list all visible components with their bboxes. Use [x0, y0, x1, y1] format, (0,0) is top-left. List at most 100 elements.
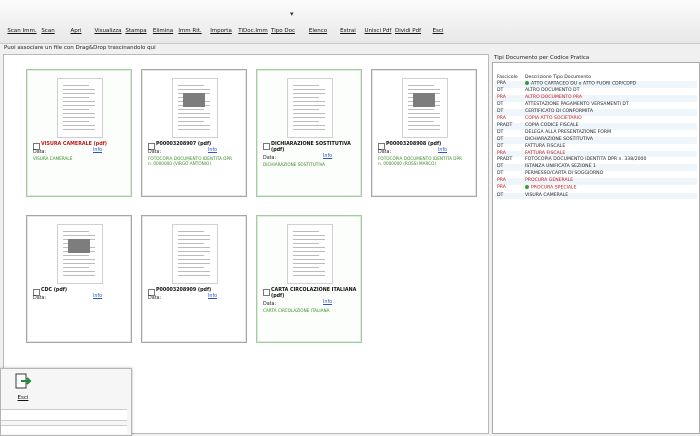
document-thumbnail[interactable]	[402, 78, 448, 138]
document-card[interactable]: DICHIARAZIONE SOSTITUTIVA (pdf) Data: Info…	[256, 69, 362, 197]
thumbnail-text-line	[408, 109, 434, 110]
document-info-link[interactable]: Info	[323, 154, 332, 159]
header-descrizione: Descrizione Tipo Documento	[525, 75, 591, 80]
document-checkbox[interactable]	[33, 143, 40, 150]
document-card[interactable]: P00003208909 (pdf) Data: Info	[141, 215, 247, 343]
document-thumbnail[interactable]	[172, 224, 218, 284]
doc-type-desc-cell: DICHIARAZIONE SOSTITUTIVA	[523, 136, 697, 144]
view-icon	[97, 3, 119, 25]
thumbnail-text-line	[63, 121, 89, 122]
document-thumbnail[interactable]	[287, 224, 333, 284]
document-date-label: Data:	[263, 302, 277, 307]
thumbnail-text-line	[178, 125, 210, 126]
thumbnail-text-line	[293, 89, 325, 90]
toolbar-button-import[interactable]: Importa	[203, 3, 239, 41]
thumbnail-text-line	[178, 255, 204, 256]
doc-type-row[interactable]: PRA PROCURA GENERALE	[495, 178, 697, 186]
document-card[interactable]: P00003208908 (pdf) Data: Info FOTOCOPIA DOC…	[371, 69, 477, 197]
doc-type-desc-cell: PROCURA GENERALE	[523, 178, 697, 186]
document-filename: CARTA CIRCOLAZIONE ITALIANA (pdf)	[271, 288, 357, 299]
doc-type-row[interactable]: DT CERTIFICATO DI CONFORMITA	[495, 109, 697, 117]
document-thumbnail[interactable]	[57, 78, 103, 138]
thumbnail-text-line	[293, 113, 325, 114]
thumbnail-text-line	[63, 129, 95, 130]
document-info-link[interactable]: Info	[93, 294, 102, 299]
document-thumbnail[interactable]	[287, 78, 333, 138]
thumbnail-text-line	[408, 113, 440, 114]
thumbnail-text-line	[178, 239, 210, 240]
doc-type-row[interactable]: PRA COPIA ATTO SOCIETARIO	[495, 116, 697, 123]
doc-type-desc: ALTRO DOCUMENTO DT	[525, 88, 580, 94]
status-dot-icon	[525, 81, 529, 85]
document-thumbnail[interactable]	[172, 78, 218, 138]
document-filename: DICHIARAZIONE SOSTITUTIVA (pdf)	[271, 142, 351, 153]
toolbar-button-label: Apri	[70, 28, 82, 34]
document-info-link[interactable]: Info	[323, 300, 332, 305]
thumbnail-text-line	[293, 231, 319, 232]
thumbnail-text-line	[408, 129, 440, 130]
document-checkbox[interactable]	[263, 289, 270, 296]
doc-type-code: DT	[497, 129, 504, 135]
document-description: CARTA CIRCOLAZIONE ITALIANA	[263, 308, 330, 313]
thumbnail-text-line	[293, 251, 325, 252]
thumbnail-text-line	[63, 125, 95, 126]
document-card[interactable]: CDC (pdf) Data: Info	[26, 215, 132, 343]
document-filename: P00003208907 (pdf)	[156, 142, 212, 147]
exit-icon	[427, 3, 449, 25]
chevron-down-icon[interactable]: ▾	[290, 10, 294, 18]
delete-icon	[152, 3, 174, 25]
doc-type-code: DT	[495, 109, 523, 117]
thumbnail-text-line	[293, 267, 319, 268]
thumbnail-text-line	[178, 85, 204, 86]
document-info-link[interactable]: Info	[208, 148, 217, 153]
doc-type-desc: VISURA CAMERALE	[525, 192, 569, 198]
printer-icon	[125, 3, 147, 25]
doc-type-row[interactable]: PRA PROCURA SPECIALE	[495, 185, 697, 192]
doc-type-table: Fascicolo Descrizione Tipo Documento PRA…	[495, 74, 697, 200]
document-checkbox[interactable]	[263, 143, 270, 150]
document-info-link[interactable]: Info	[93, 148, 102, 153]
doc-type-row[interactable]: DT DICHIARAZIONE SOSTITUTIVA	[495, 136, 697, 144]
doc-type-row[interactable]: DT DELEGA ALLA PRESENTAZIONE FORM	[495, 130, 697, 137]
doc-type-desc-cell: PROCURA SPECIALE	[523, 185, 697, 192]
toolbar-button-folder[interactable]: Apri	[58, 3, 94, 41]
thumbnail-text-line	[293, 129, 325, 130]
thumbnail-text-line	[178, 275, 210, 276]
document-info-link[interactable]: Info	[208, 294, 217, 299]
document-checkbox[interactable]	[378, 143, 385, 150]
thumbnail-text-line	[63, 255, 89, 256]
document-card[interactable]: VISURA CAMERALE (pdf) Data: Info VISURA CAM…	[26, 69, 132, 197]
thumbnail-text-line	[408, 125, 440, 126]
thumbnail-text-line	[293, 239, 325, 240]
subwin-exit-button[interactable]: Esci	[11, 373, 35, 401]
doc-type-row[interactable]: DT FATTURA FISCALE	[495, 144, 697, 151]
subwin-field-2	[1, 425, 127, 434]
subwin-field	[1, 409, 127, 421]
toolbar-button-doc-type[interactable]: Tipo Doc	[265, 3, 301, 41]
document-card[interactable]: P00003208907 (pdf) Data: Info FOTOCOPIA DOC…	[141, 69, 247, 197]
document-checkbox[interactable]	[33, 289, 40, 296]
doc-type-desc: ALTRO DOCUMENTO PRA	[525, 95, 582, 101]
doc-type-desc: DICHIARAZIONE SOSTITUTIVA	[525, 136, 594, 142]
doc-type-desc: COPIA ATTO SOCIETARIO	[525, 116, 582, 122]
doc-type-row[interactable]: PRADT COPIA CODICE FISCALE	[495, 122, 697, 130]
thumbnail-text-line	[178, 89, 210, 90]
thumbnail-text-line	[293, 247, 325, 248]
document-info-link[interactable]: Info	[438, 148, 447, 153]
document-description: VISURA CAMERALE	[33, 156, 73, 161]
document-thumbnail[interactable]	[57, 224, 103, 284]
thumbnail-text-line	[178, 243, 204, 244]
thumbnail-text-line	[63, 105, 95, 106]
thumbnail-text-line	[63, 263, 95, 264]
header-fascicolo: Fascicolo	[497, 75, 518, 80]
document-checkbox[interactable]	[148, 289, 155, 296]
doc-type-desc: FATTURA FISCALE	[525, 150, 566, 156]
thumbnail-text-line	[408, 117, 440, 118]
scan-icon	[37, 3, 59, 25]
doc-type-row[interactable]: DT VISURA CAMERALE	[495, 192, 697, 200]
document-checkbox[interactable]	[148, 143, 155, 150]
doc-type-desc-cell: COPIA CODICE FISCALE	[523, 122, 697, 130]
toolbar-button-exit[interactable]: Esci	[420, 3, 456, 41]
thumbnail-text-line	[293, 117, 325, 118]
document-card[interactable]: CARTA CIRCOLAZIONE ITALIANA (pdf) Data: In…	[256, 215, 362, 343]
